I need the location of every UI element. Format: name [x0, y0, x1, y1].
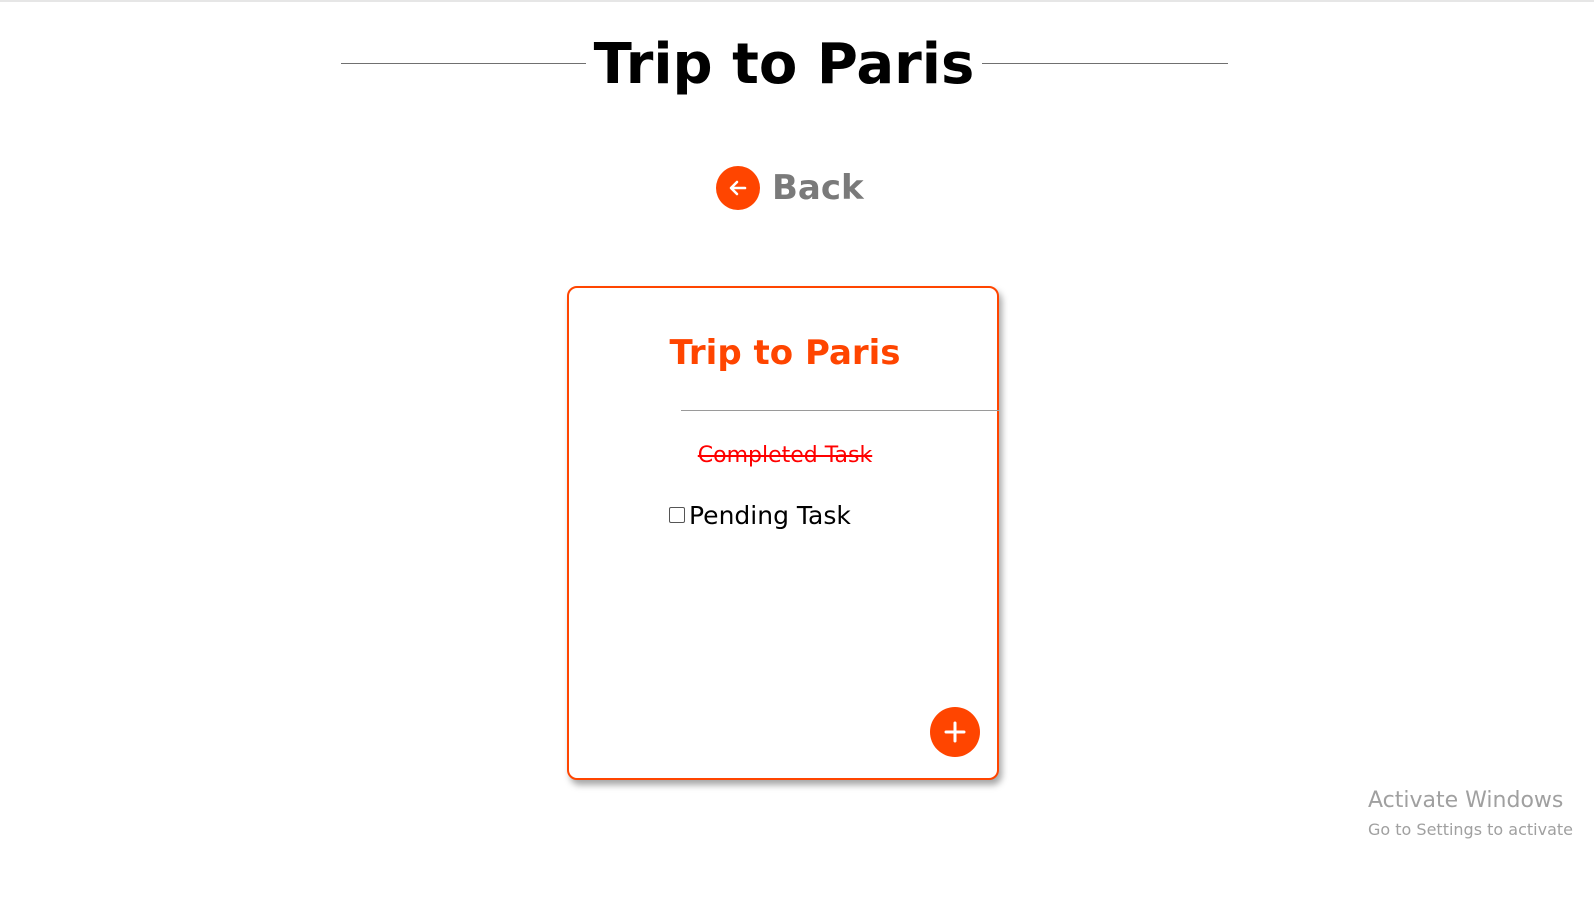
card-divider	[681, 410, 999, 411]
header-rule-right	[982, 63, 1228, 64]
task-list-card: Trip to Paris Completed Task Pending Tas…	[567, 286, 999, 780]
pending-task-label: Pending Task	[689, 500, 851, 530]
pending-task-item: Pending Task	[667, 498, 851, 532]
watermark-subtitle: Go to Settings to activate	[1368, 820, 1573, 839]
task-checkbox[interactable]	[669, 507, 685, 523]
activation-watermark: Activate Windows Go to Settings to activ…	[1368, 786, 1573, 844]
add-task-button[interactable]	[930, 707, 980, 757]
completed-task-item[interactable]: Completed Task	[569, 440, 1001, 472]
header-rule-left	[341, 63, 586, 64]
watermark-title: Activate Windows	[1368, 788, 1564, 813]
top-border	[0, 0, 1594, 2]
page-title: Trip to Paris	[593, 32, 975, 97]
plus-icon	[944, 721, 966, 743]
back-button[interactable]: Back	[716, 164, 864, 212]
page-header: Trip to Paris	[0, 22, 1594, 108]
card-title: Trip to Paris	[669, 333, 901, 373]
back-label: Back	[772, 168, 864, 208]
arrow-left-icon	[716, 166, 760, 210]
